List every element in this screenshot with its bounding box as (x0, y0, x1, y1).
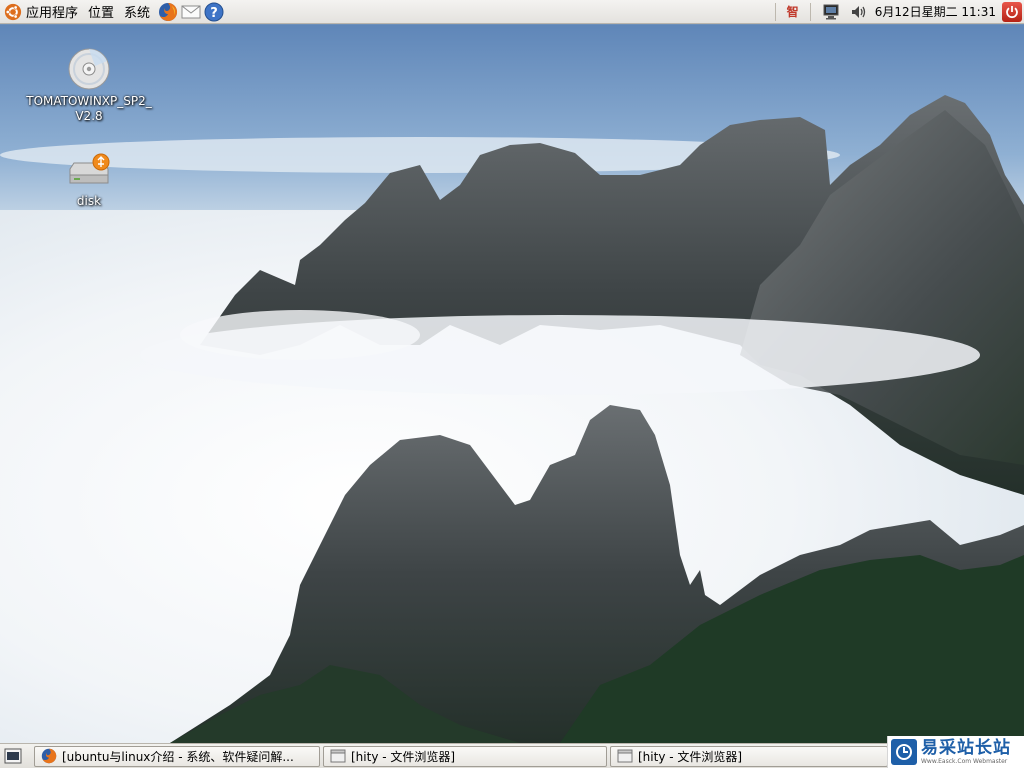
tray-separator (809, 2, 811, 21)
system-tray: 智 6月12日星期二 11:31 (769, 0, 1024, 24)
places-menu-label: 位置 (88, 6, 115, 21)
desktop-icon-label: TOMATOWINXP_SP2_ V2.8 (26, 94, 152, 123)
shutdown-button[interactable] (1002, 1, 1022, 22)
firefox-icon (41, 748, 57, 764)
desktop-icon-label: disk (76, 194, 102, 208)
system-menu[interactable]: 系统 (120, 0, 156, 24)
help-icon: ? (204, 2, 224, 21)
system-menu-label: 系统 (124, 6, 151, 21)
desktop-icon-disk[interactable]: disk (14, 153, 164, 209)
taskbar-item-file-browser[interactable]: [hity - 文件浏览器] (610, 745, 888, 767)
watermark-logo-icon (891, 739, 917, 765)
ubuntu-logo-icon (4, 3, 22, 20)
top-panel: 应用程序 位置 系统 ? 智 6月12日星期二 11:31 (0, 0, 1024, 24)
show-desktop-icon (4, 748, 22, 764)
volume-icon (851, 5, 865, 18)
taskbar-item-label: [ubuntu与linux介绍 - 系统、软件疑问解... (62, 749, 294, 764)
bottom-panel: [ubuntu与linux介绍 - 系统、软件疑问解... [hity - 文件… (0, 743, 1024, 768)
volume-control[interactable] (850, 4, 868, 20)
mountain-wallpaper (0, 25, 1024, 743)
mail-icon (181, 5, 201, 18)
firefox-icon (159, 2, 178, 21)
places-menu[interactable]: 位置 (84, 0, 120, 24)
desktop-icon-cd[interactable]: TOMATOWINXP_SP2_ V2.8 (14, 47, 164, 124)
clock[interactable]: 6月12日星期二 11:31 (875, 3, 996, 20)
show-desktop-button[interactable] (2, 745, 24, 767)
tray-separator (774, 2, 776, 21)
taskbar-item-file-browser[interactable]: [hity - 文件浏览器] (323, 745, 607, 767)
applications-menu[interactable]: 应用程序 (0, 0, 84, 24)
folder-window-icon (330, 749, 346, 763)
help-launcher[interactable]: ? (203, 1, 225, 23)
taskbar-item-browser[interactable]: [ubuntu与linux介绍 - 系统、软件疑问解... (34, 745, 320, 767)
network-indicator[interactable] (822, 4, 840, 20)
taskbar-item-label: [hity - 文件浏览器] (638, 749, 743, 764)
watermark-subtitle: Www.Easck.Com Webmaster (921, 757, 1008, 765)
cd-icon (68, 48, 110, 90)
network-monitor-icon (823, 4, 839, 19)
folder-window-icon (617, 749, 633, 763)
site-watermark: 易采站长站 Www.Easck.Com Webmaster (887, 736, 1024, 768)
mail-launcher[interactable] (180, 1, 202, 23)
taskbar-item-label: [hity - 文件浏览器] (351, 749, 456, 764)
usb-drive-icon (69, 153, 110, 184)
desktop[interactable]: TOMATOWINXP_SP2_ V2.8 disk (0, 25, 1024, 743)
input-method-indicator[interactable]: 智 (787, 3, 799, 20)
firefox-launcher[interactable] (157, 1, 179, 23)
input-method-label: 智 (786, 5, 799, 19)
watermark-title: 易采站长站 (921, 737, 1011, 758)
applications-menu-label: 应用程序 (26, 6, 79, 21)
power-icon (1006, 5, 1018, 18)
svg-text:?: ? (210, 6, 218, 21)
